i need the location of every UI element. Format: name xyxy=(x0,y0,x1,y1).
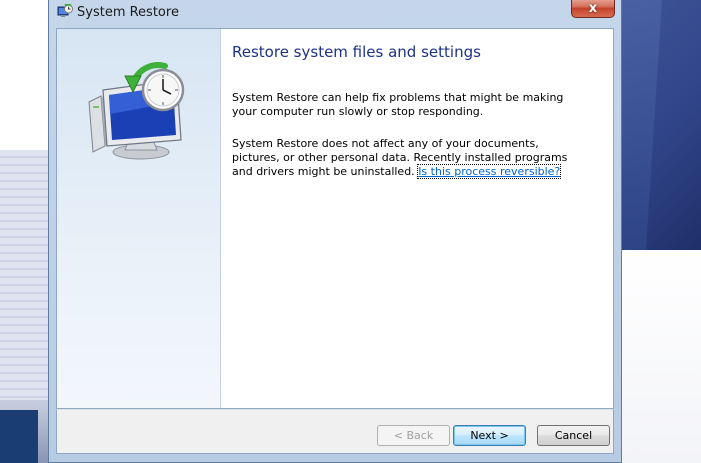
desktop-background-right-top xyxy=(622,0,701,250)
cancel-button[interactable]: Cancel xyxy=(537,425,610,446)
next-button[interactable]: Next > xyxy=(453,425,526,446)
back-button[interactable]: < Back xyxy=(377,425,450,446)
desktop-background-left-mid xyxy=(0,150,48,400)
close-button[interactable]: x xyxy=(571,0,615,18)
system-restore-icon xyxy=(57,4,73,17)
computer-clock-restore-icon xyxy=(88,62,185,160)
system-restore-window: System Restore x Restore system files an… xyxy=(48,0,622,463)
side-panel xyxy=(57,29,221,408)
page-title: Restore system files and settings xyxy=(232,43,481,61)
desktop-background-right-bottom xyxy=(622,250,701,463)
desktop-background-left-top xyxy=(0,0,48,150)
button-bar: < Back Next > Cancel xyxy=(56,409,614,454)
description-paragraph-2: System Restore does not affect any of yo… xyxy=(232,137,577,179)
description-paragraph-1: System Restore can help fix problems tha… xyxy=(232,91,564,118)
window-title: System Restore xyxy=(77,5,179,20)
close-icon: x xyxy=(588,0,598,16)
reversible-info-link[interactable]: Is this process reversible? xyxy=(417,164,562,179)
client-area: Restore system files and settings System… xyxy=(56,28,614,409)
desktop-background-left-bottom xyxy=(0,400,48,463)
title-bar[interactable]: System Restore x xyxy=(49,0,621,28)
